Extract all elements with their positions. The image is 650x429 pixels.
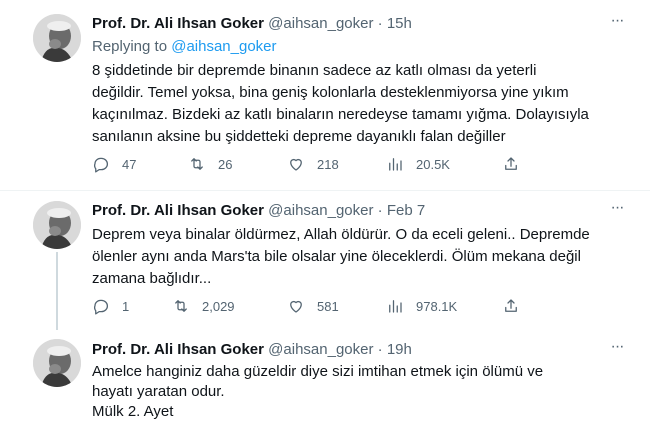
avatar-photo-icon bbox=[33, 201, 81, 249]
reply-icon bbox=[94, 299, 109, 315]
avatar-photo-icon bbox=[33, 339, 81, 387]
timestamp[interactable]: Feb 7 bbox=[387, 202, 425, 219]
author-handle[interactable]: @aihsan_goker bbox=[268, 15, 373, 32]
tweet-text: Amelce hanginiz daha güzeldir diye sizi … bbox=[92, 362, 632, 422]
replying-prefix: Replying to bbox=[92, 38, 168, 55]
timestamp[interactable]: 15h bbox=[387, 15, 412, 32]
tweet-text-line: Mülk 2. Ayet bbox=[92, 403, 174, 420]
share-button[interactable] bbox=[502, 296, 520, 316]
retweet-icon bbox=[191, 158, 203, 170]
tweet-3[interactable]: Prof. Dr. Ali Ihsan Goker @aihsan_goker … bbox=[0, 326, 650, 429]
view-count: 20.5K bbox=[416, 156, 450, 172]
tweet-text: 8 şiddetinde bir depremde binanın sadece… bbox=[92, 60, 632, 148]
share-icon bbox=[505, 299, 517, 312]
tweet-text-line: 8 şiddetinde bir depremde binanın sadece… bbox=[92, 62, 537, 79]
tweet-text-line: kaçınılmaz. Bizdeki az katlı binaların n… bbox=[92, 106, 589, 123]
reply-button[interactable]: 47 bbox=[92, 154, 136, 174]
tweet-header: Prof. Dr. Ali Ihsan Goker @aihsan_goker … bbox=[92, 14, 412, 34]
tweet-text-line: ölenler aynı anda Mars'ta bile olsalar y… bbox=[92, 248, 581, 265]
reply-icon bbox=[94, 157, 109, 173]
retweet-count: 26 bbox=[218, 156, 233, 172]
reply-count: 47 bbox=[122, 156, 137, 172]
tweet-text-line: zamana bağlıdır... bbox=[92, 270, 212, 287]
heart-icon bbox=[290, 158, 302, 171]
avatar[interactable] bbox=[33, 339, 81, 387]
tweet-text-line: Amelce hanginiz daha güzeldir diye sizi … bbox=[92, 363, 544, 380]
tweet-header: Prof. Dr. Ali Ihsan Goker @aihsan_goker … bbox=[92, 340, 412, 360]
like-count: 218 bbox=[317, 156, 339, 172]
retweet-icon bbox=[175, 300, 187, 312]
author-name[interactable]: Prof. Dr. Ali Ihsan Goker bbox=[92, 202, 264, 219]
more-options-icon[interactable]: ··· bbox=[604, 13, 630, 34]
thread-connector-line bbox=[56, 252, 58, 330]
share-button[interactable] bbox=[502, 154, 520, 174]
replying-to-link[interactable]: @aihsan_goker bbox=[171, 38, 276, 55]
heart-icon bbox=[290, 300, 302, 313]
replying-to: Replying to @aihsan_goker bbox=[92, 37, 277, 57]
author-handle[interactable]: @aihsan_goker bbox=[268, 202, 373, 219]
tweet-1[interactable]: Prof. Dr. Ali Ihsan Goker @aihsan_goker … bbox=[0, 0, 650, 190]
tweet-text-line: Deprem veya binalar öldürmez, Allah öldü… bbox=[92, 226, 590, 243]
views-button[interactable]: 978.1K bbox=[386, 296, 457, 316]
timestamp[interactable]: 19h bbox=[387, 341, 412, 358]
tweet-text-line: değildir. Temel yoksa, bina geniş kolonl… bbox=[92, 84, 569, 101]
views-chart-icon bbox=[389, 300, 402, 313]
avatar[interactable] bbox=[33, 201, 81, 249]
retweet-button[interactable]: 26 bbox=[188, 154, 232, 174]
avatar-photo-icon bbox=[33, 14, 81, 62]
tweet-header: Prof. Dr. Ali Ihsan Goker @aihsan_goker … bbox=[92, 201, 425, 221]
tweet-actions: 47 26 218 20.5K bbox=[92, 154, 532, 174]
view-count: 978.1K bbox=[416, 298, 458, 314]
avatar[interactable] bbox=[33, 14, 81, 62]
separator-dot: · bbox=[377, 15, 383, 32]
author-handle[interactable]: @aihsan_goker bbox=[268, 341, 373, 358]
reply-count: 1 bbox=[122, 298, 130, 314]
like-count: 581 bbox=[317, 298, 339, 314]
tweet-text-line: hayatı yaratan odur. bbox=[92, 383, 225, 400]
views-button[interactable]: 20.5K bbox=[386, 154, 450, 174]
author-name[interactable]: Prof. Dr. Ali Ihsan Goker bbox=[92, 15, 264, 32]
more-options-icon[interactable]: ··· bbox=[604, 339, 630, 360]
tweet-actions: 1 2,029 581 978.1K bbox=[92, 296, 532, 316]
tweet-2[interactable]: Prof. Dr. Ali Ihsan Goker @aihsan_goker … bbox=[0, 191, 650, 326]
separator-dot: · bbox=[377, 202, 383, 219]
reply-button[interactable]: 1 bbox=[92, 296, 129, 316]
like-button[interactable]: 218 bbox=[287, 154, 339, 174]
like-button[interactable]: 581 bbox=[287, 296, 339, 316]
retweet-button[interactable]: 2,029 bbox=[172, 296, 235, 316]
tweet-text-line: sanılanın aksine bu şiddetteki depreme d… bbox=[92, 128, 506, 145]
retweet-count: 2,029 bbox=[202, 298, 235, 314]
separator-dot: · bbox=[377, 341, 383, 358]
author-name[interactable]: Prof. Dr. Ali Ihsan Goker bbox=[92, 341, 264, 358]
share-icon bbox=[505, 157, 517, 170]
tweet-text: Deprem veya binalar öldürmez, Allah öldü… bbox=[92, 224, 632, 290]
views-chart-icon bbox=[389, 158, 402, 171]
more-options-icon[interactable]: ··· bbox=[604, 200, 630, 221]
